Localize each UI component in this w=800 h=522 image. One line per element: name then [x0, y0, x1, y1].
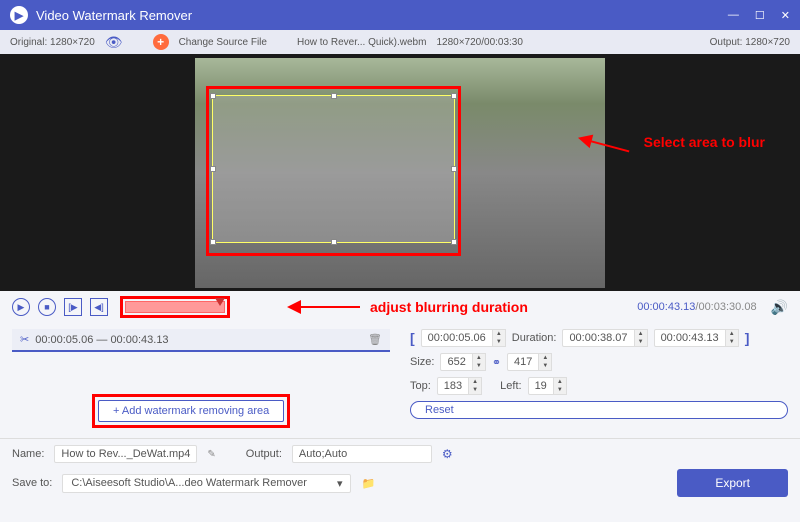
annotation-arrow: [290, 306, 360, 308]
chevron-down-icon: ▾: [337, 477, 343, 490]
file-info: 1280×720/00:03:30: [436, 37, 522, 48]
maximize-button[interactable]: ☐: [755, 9, 765, 22]
resize-handle[interactable]: [210, 93, 216, 99]
volume-icon[interactable]: 🔊: [771, 299, 788, 316]
annotation-box-add: + Add watermark removing area: [92, 394, 290, 428]
left-input[interactable]: 19: [528, 377, 554, 395]
app-title: Video Watermark Remover: [36, 8, 728, 23]
annotation-text: adjust blurring duration: [370, 299, 528, 315]
save-to-label: Save to:: [12, 477, 52, 489]
time-display: 00:00:43.13/00:03:30.08: [637, 301, 756, 313]
resize-handle[interactable]: [331, 239, 337, 245]
stepper-up[interactable]: ▲: [554, 378, 566, 386]
bracket-end-icon[interactable]: ]: [745, 330, 750, 346]
bottom-bar: Name: How to Rev..._DeWat.mp4 ✎ Output: …: [0, 438, 800, 509]
start-time-input[interactable]: 00:00:05.06: [421, 329, 493, 347]
minimize-button[interactable]: —: [728, 9, 739, 22]
bracket-start-icon[interactable]: [: [410, 330, 415, 346]
delete-range-icon[interactable]: 🗑: [368, 333, 382, 346]
stepper-down[interactable]: ▼: [554, 386, 566, 394]
stepper-down[interactable]: ▼: [473, 362, 485, 370]
timeline-segment[interactable]: [125, 301, 225, 313]
duration-label: Duration:: [512, 332, 557, 344]
reset-button[interactable]: Reset: [410, 401, 788, 419]
video-preview: Select area to blur: [0, 54, 800, 291]
mark-in-button[interactable]: [▶: [64, 298, 82, 316]
top-label: Top:: [410, 380, 431, 392]
stop-button[interactable]: ■: [38, 298, 56, 316]
close-button[interactable]: ✕: [781, 9, 790, 22]
output-resolution: Output: 1280×720: [710, 37, 790, 48]
play-button[interactable]: ▶: [12, 298, 30, 316]
name-label: Name:: [12, 448, 44, 460]
annotation-box-timeline: [120, 296, 230, 318]
stepper-up[interactable]: ▲: [726, 330, 738, 338]
resize-handle[interactable]: [210, 166, 216, 172]
top-input[interactable]: 183: [437, 377, 469, 395]
resize-handle[interactable]: [451, 239, 457, 245]
height-input[interactable]: 417: [507, 353, 539, 371]
scissors-icon: ✂: [20, 333, 29, 346]
edit-name-icon[interactable]: ✎: [207, 449, 215, 460]
width-input[interactable]: 652: [440, 353, 472, 371]
blur-selection-area[interactable]: [212, 95, 455, 243]
link-aspect-icon[interactable]: ⚭: [492, 356, 501, 369]
change-source-button[interactable]: Change Source File: [179, 37, 267, 48]
range-text: 00:00:05.06 — 00:00:43.13: [35, 334, 168, 346]
stepper-down[interactable]: ▼: [469, 386, 481, 394]
info-bar: Original: 1280×720 👁 + Change Source Fil…: [0, 30, 800, 54]
stepper-down[interactable]: ▼: [493, 338, 505, 346]
stepper-up[interactable]: ▲: [469, 378, 481, 386]
original-resolution: Original: 1280×720: [10, 37, 95, 48]
output-name-input[interactable]: How to Rev..._DeWat.mp4: [54, 445, 197, 463]
add-watermark-area-button[interactable]: + Add watermark removing area: [98, 400, 284, 422]
stepper-up[interactable]: ▲: [493, 330, 505, 338]
resize-handle[interactable]: [451, 166, 457, 172]
time-range-item[interactable]: ✂ 00:00:05.06 — 00:00:43.13 🗑: [12, 329, 390, 352]
app-logo: ▶: [10, 6, 28, 24]
resize-handle[interactable]: [331, 93, 337, 99]
duration-input[interactable]: 00:00:38.07: [562, 329, 634, 347]
open-folder-icon[interactable]: 📁: [361, 477, 375, 490]
save-path-dropdown[interactable]: C:\Aiseesoft Studio\A...deo Watermark Re…: [62, 474, 351, 493]
left-label: Left:: [500, 380, 521, 392]
total-time: /00:03:30.08: [695, 301, 756, 313]
mark-out-button[interactable]: ◀]: [90, 298, 108, 316]
titlebar: ▶ Video Watermark Remover — ☐ ✕: [0, 0, 800, 30]
end-time-input[interactable]: 00:00:43.13: [654, 329, 726, 347]
output-label: Output:: [246, 448, 282, 460]
output-format-input[interactable]: Auto;Auto: [292, 445, 432, 463]
output-settings-icon[interactable]: ⚙: [442, 447, 453, 461]
stepper-up[interactable]: ▲: [539, 354, 551, 362]
size-label: Size:: [410, 356, 434, 368]
stepper-down[interactable]: ▼: [726, 338, 738, 346]
video-frame[interactable]: [195, 58, 605, 288]
stepper-up[interactable]: ▲: [635, 330, 647, 338]
current-time: 00:00:43.13: [637, 301, 695, 313]
playback-controls: ▶ ■ [▶ ◀] adjust blurring duration 00:00…: [0, 291, 800, 323]
preview-toggle-icon[interactable]: 👁: [105, 34, 123, 51]
export-button[interactable]: Export: [677, 469, 788, 497]
filename-label: How to Rever... Quick).webm: [297, 37, 426, 48]
stepper-down[interactable]: ▼: [539, 362, 551, 370]
add-file-icon[interactable]: +: [153, 34, 169, 50]
annotation-text: Select area to blur: [644, 134, 765, 150]
resize-handle[interactable]: [210, 239, 216, 245]
stepper-up[interactable]: ▲: [473, 354, 485, 362]
resize-handle[interactable]: [451, 93, 457, 99]
stepper-down[interactable]: ▼: [635, 338, 647, 346]
